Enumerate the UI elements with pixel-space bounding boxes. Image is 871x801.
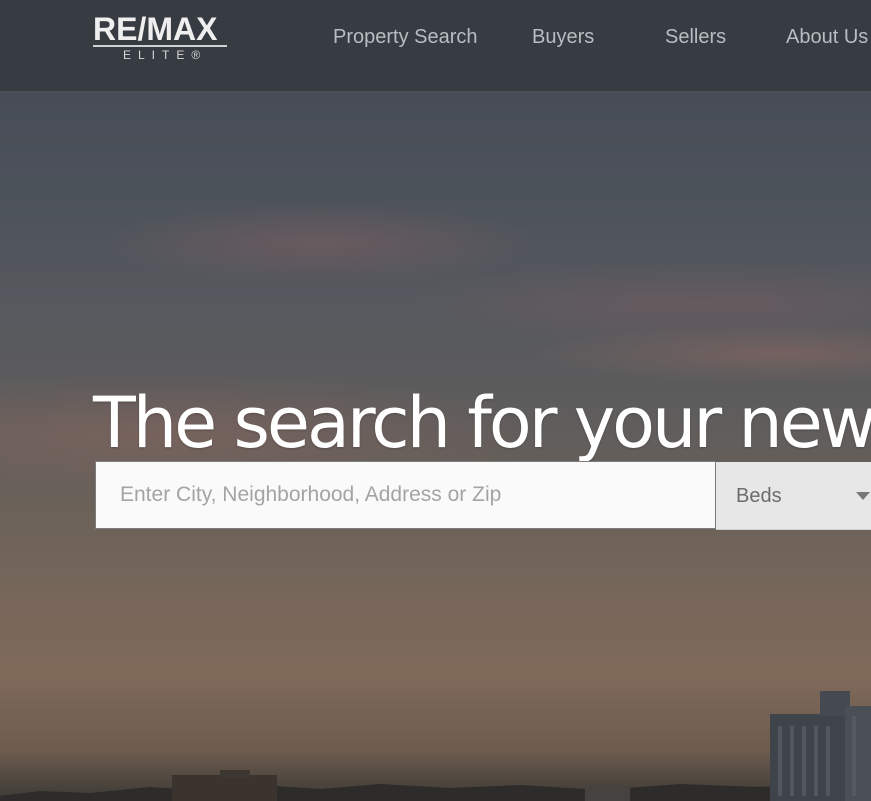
logo-subtitle: ELITE®: [123, 48, 208, 62]
page: RE/MAX ELITE® Property Search Buyers Sel…: [0, 0, 871, 801]
nav-sellers[interactable]: Sellers: [665, 24, 726, 50]
chevron-down-icon: [856, 492, 870, 500]
city-skyline-image: [0, 691, 871, 801]
nav-about-us[interactable]: About Us: [786, 24, 868, 50]
location-search-input[interactable]: [95, 461, 716, 529]
nav-buyers[interactable]: Buyers: [532, 24, 594, 50]
logo-wordmark: RE/MAX: [93, 11, 218, 47]
brand-logo[interactable]: RE/MAX ELITE®: [93, 13, 229, 63]
logo-divider: [93, 45, 227, 47]
nav-property-search[interactable]: Property Search: [333, 24, 478, 50]
site-header: RE/MAX ELITE® Property Search Buyers Sel…: [0, 0, 871, 93]
hero-headline: The search for your new: [93, 382, 871, 464]
property-search-bar: Beds: [95, 461, 871, 531]
beds-dropdown[interactable]: Beds: [716, 462, 871, 530]
beds-label: Beds: [736, 485, 782, 507]
